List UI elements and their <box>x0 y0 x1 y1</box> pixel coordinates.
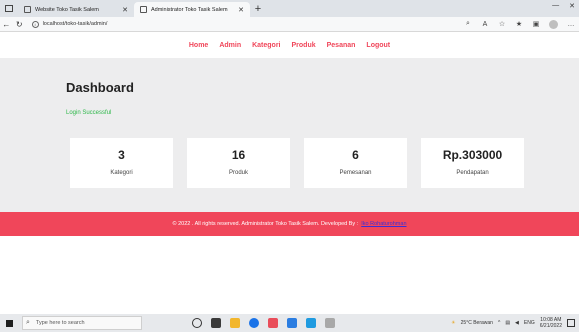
nav-pesanan-link[interactable]: Pesanan <box>327 42 356 49</box>
nav-home-link[interactable]: Home <box>189 42 208 49</box>
edge-icon[interactable] <box>306 318 316 328</box>
nav-admin-link[interactable]: Admin <box>219 42 241 49</box>
nav-produk-link[interactable]: Produk <box>292 42 316 49</box>
address-url: localhost/toko-tasik/admin/ <box>42 21 108 27</box>
minimize-button[interactable]: — <box>552 2 559 10</box>
stat-label: Kategori <box>110 170 133 176</box>
clock[interactable]: 10:08 AM 6/21/2022 <box>540 317 562 329</box>
chevron-up-icon[interactable]: ^ <box>498 320 500 326</box>
refresh-icon[interactable]: ↻ <box>13 20 26 29</box>
stat-label: Pemesanan <box>339 170 372 176</box>
stat-label: Produk <box>228 170 248 176</box>
developer-link[interactable]: Iko Rohaturohman <box>361 221 406 227</box>
info-icon[interactable]: i <box>31 20 39 28</box>
stat-card-pendapatan: Rp.303000 Pendapatan <box>421 138 524 188</box>
stat-card-produk: 16 Produk <box>187 138 290 188</box>
page-icon <box>140 6 147 13</box>
site-navigation: Home Admin Kategori Produk Pesanan Logou… <box>0 33 579 58</box>
site-footer: © 2022 . All rights reserved. Administra… <box>0 212 579 236</box>
browser-tab-admin[interactable]: Administrator Toko Tasik Salem ✕ <box>134 2 250 17</box>
stat-value: 3 <box>118 148 125 162</box>
task-view-icon[interactable] <box>192 318 202 328</box>
more-menu-icon[interactable]: … <box>567 20 575 28</box>
os-taskbar: ⌕ Type here to search ☀ 25°C Berawan ^ ▤… <box>0 314 579 332</box>
tab-title: Website Toko Tasik Salem <box>35 6 99 13</box>
back-arrow-icon[interactable]: ← <box>0 20 13 29</box>
dashboard-section: Dashboard Login Successful 3 Kategori 16… <box>0 58 579 212</box>
taskbar-apps <box>192 318 335 328</box>
login-success-message: Login Successful <box>66 110 112 116</box>
stat-cards: 3 Kategori 16 Produk 6 Pemesanan Rp.3030… <box>70 138 524 188</box>
browser-tab-website[interactable]: Website Toko Tasik Salem ✕ <box>18 2 134 17</box>
vscode-icon[interactable] <box>287 318 297 328</box>
file-explorer-icon[interactable] <box>230 318 240 328</box>
clock-date: 6/21/2022 <box>539 323 562 329</box>
system-tray: ☀ 25°C Berawan ^ ▤ ◀ ENG 10:08 AM 6/21/2… <box>451 317 579 329</box>
window-menu-icon[interactable] <box>0 0 18 17</box>
tab-title: Administrator Toko Tasik Salem <box>151 6 228 13</box>
close-tab-icon[interactable]: ✕ <box>122 6 128 14</box>
chrome-icon[interactable] <box>249 318 259 328</box>
notification-icon[interactable] <box>567 319 575 327</box>
read-aloud-icon[interactable]: A <box>481 20 489 28</box>
window-controls: — ✕ <box>552 2 575 10</box>
stat-card-kategori: 3 Kategori <box>70 138 173 188</box>
stat-value: 16 <box>231 148 246 162</box>
search-icon: ⌕ <box>26 319 30 326</box>
weather-text[interactable]: 25°C Berawan <box>461 320 493 326</box>
collections-icon[interactable]: ▣ <box>532 20 540 28</box>
profile-avatar-icon[interactable] <box>549 19 559 29</box>
network-icon[interactable]: ▤ <box>505 320 510 326</box>
browser-toolbar-icons: ⌕ A ☆ ★ ▣ … <box>464 19 575 29</box>
stat-value: Rp.303000 <box>442 148 503 162</box>
address-bar[interactable]: i localhost/toko-tasik/admin/ <box>31 18 464 30</box>
footer-text: © 2022 . All rights reserved. Administra… <box>172 221 359 227</box>
page-title: Dashboard <box>66 80 134 95</box>
taskbar-search[interactable]: ⌕ Type here to search <box>22 316 142 330</box>
windows-logo-icon <box>5 319 13 327</box>
nav-kategori-link[interactable]: Kategori <box>252 42 280 49</box>
stat-card-pemesanan: 6 Pemesanan <box>304 138 407 188</box>
page-icon <box>24 6 31 13</box>
new-tab-button[interactable]: + <box>250 2 266 17</box>
favorites-add-icon[interactable]: ☆ <box>498 20 506 28</box>
favorites-icon[interactable]: ★ <box>515 20 523 28</box>
language-indicator[interactable]: ENG <box>524 320 535 326</box>
stat-value: 6 <box>352 148 359 162</box>
browser-tab-strip: Website Toko Tasik Salem ✕ Administrator… <box>0 0 579 17</box>
app-icon[interactable] <box>325 318 335 328</box>
store-icon[interactable] <box>268 318 278 328</box>
zoom-icon[interactable]: ⌕ <box>464 20 472 28</box>
search-placeholder: Type here to search <box>35 320 85 326</box>
browser-toolbar: ← ↻ i localhost/toko-tasik/admin/ ⌕ A ☆ … <box>0 17 579 32</box>
volume-icon[interactable]: ◀ <box>515 320 519 326</box>
stat-label: Pendapatan <box>456 170 489 176</box>
widgets-icon[interactable] <box>211 318 221 328</box>
nav-logout-link[interactable]: Logout <box>366 42 390 49</box>
close-tab-icon[interactable]: ✕ <box>238 6 244 14</box>
close-window-button[interactable]: ✕ <box>569 2 575 10</box>
start-button[interactable] <box>0 314 18 332</box>
weather-icon: ☀ <box>451 320 456 326</box>
